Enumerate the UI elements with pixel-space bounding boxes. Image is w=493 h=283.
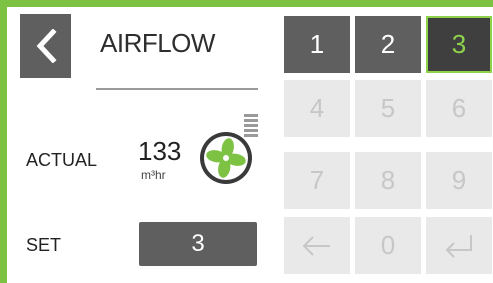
enter-icon (445, 234, 472, 258)
tab-1[interactable]: 1 (284, 16, 350, 73)
actual-value: 133 (138, 136, 182, 166)
page-title: AIRFLOW (100, 28, 215, 58)
key-4: 4 (284, 80, 350, 137)
set-label: SET (26, 235, 62, 255)
actual-label: ACTUAL (26, 150, 98, 170)
tab-3[interactable]: 3 (426, 16, 492, 73)
back-button[interactable] (20, 14, 71, 78)
level-indicator (244, 114, 258, 140)
enter-key (426, 217, 492, 274)
key-6: 6 (426, 80, 492, 137)
backspace-key (284, 217, 350, 274)
chevron-left-icon (36, 29, 57, 63)
key-5: 5 (355, 80, 421, 137)
title-underline (96, 88, 258, 90)
fan-blades-icon (206, 138, 246, 178)
key-0: 0 (355, 217, 421, 274)
tab-2[interactable]: 2 (355, 16, 421, 73)
set-value-field[interactable]: 3 (139, 222, 257, 266)
key-9: 9 (426, 152, 492, 209)
arrow-left-icon (302, 235, 330, 256)
key-8: 8 (355, 152, 421, 209)
key-7: 7 (284, 152, 350, 209)
actual-unit: m³hr (141, 168, 166, 182)
